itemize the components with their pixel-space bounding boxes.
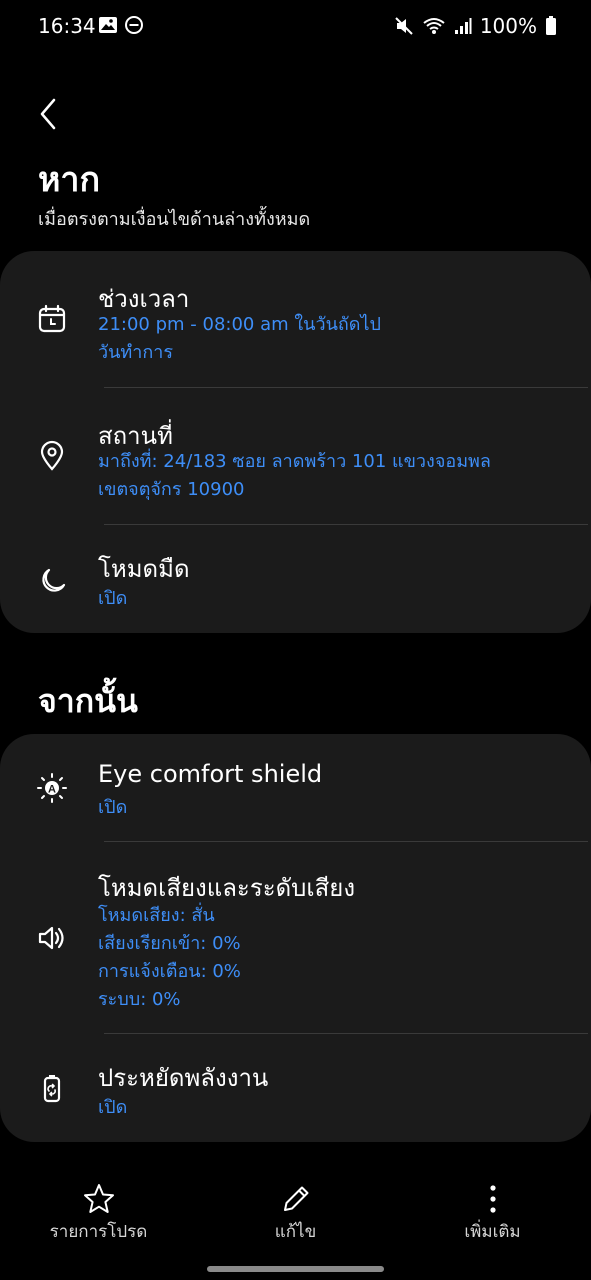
condition-value-line: มาถึงที่: 24/183 ซอย ลาดพร้าว 101 แขวงจอ… <box>98 451 491 472</box>
page-title: หาก <box>38 160 101 200</box>
battery-icon <box>545 16 557 36</box>
action-value-line: เปิด <box>98 797 128 818</box>
condition-value-line: 21:00 pm - 08:00 am ในวันถัดไป <box>98 314 381 335</box>
action-value-line: ระบบ: 0% <box>98 989 181 1010</box>
action-eye-comfort[interactable]: A Eye comfort shield เปิด <box>0 734 591 840</box>
battery-saver-icon <box>36 1072 68 1104</box>
moon-icon <box>36 565 68 597</box>
eye-comfort-icon: A <box>36 772 68 804</box>
do-not-disturb-icon <box>124 15 144 35</box>
battery-percent: 100% <box>479 14 537 38</box>
condition-dark-mode[interactable]: โหมดมืด เปิด <box>0 525 591 633</box>
vibrate-mute-icon <box>394 16 414 36</box>
actions-card: A Eye comfort shield เปิด โหมดเสียงและระ… <box>0 734 591 1142</box>
favorite-button[interactable]: รายการโปรด <box>0 1170 197 1245</box>
favorite-label: รายการโปรด <box>49 1222 148 1242</box>
condition-value-line: เปิด <box>98 588 128 609</box>
condition-value-line: เขตจตุจักร 10900 <box>98 479 245 500</box>
star-icon <box>82 1182 116 1216</box>
home-indicator[interactable] <box>207 1266 384 1272</box>
more-vertical-icon <box>476 1182 510 1216</box>
more-button[interactable]: เพิ่มเติม <box>394 1170 591 1245</box>
location-pin-icon <box>36 440 68 472</box>
action-value-line: การแจ้งเตือน: 0% <box>98 961 241 982</box>
calendar-icon <box>36 303 68 335</box>
edit-label: แก้ไข <box>274 1222 317 1242</box>
condition-title: โหมดมืด <box>98 555 190 583</box>
back-button[interactable] <box>34 94 66 134</box>
status-bar: 16:34 100% <box>0 0 591 52</box>
status-time: 16:34 <box>38 14 96 38</box>
condition-value-line: วันทำการ <box>98 342 174 363</box>
signal-icon <box>454 17 472 35</box>
pencil-icon <box>279 1182 313 1216</box>
conditions-card: ช่วงเวลา 21:00 pm - 08:00 am ในวันถัดไป … <box>0 251 591 633</box>
speaker-icon <box>36 922 68 954</box>
condition-location[interactable]: สถานที่ มาถึงที่: 24/183 ซอย ลาดพร้าว 10… <box>0 388 591 524</box>
action-title: Eye comfort shield <box>98 760 323 788</box>
then-section-title: จากนั้น <box>38 682 138 720</box>
condition-time-range[interactable]: ช่วงเวลา 21:00 pm - 08:00 am ในวันถัดไป … <box>0 251 591 387</box>
edit-button[interactable]: แก้ไข <box>197 1170 394 1245</box>
action-value-line: เสียงเรียกเข้า: 0% <box>98 933 241 954</box>
wifi-icon <box>422 16 446 36</box>
page-subtitle: เมื่อตรงตามเงื่อนไขด้านล่างทั้งหมด <box>38 209 311 230</box>
svg-text:A: A <box>48 784 56 796</box>
more-label: เพิ่มเติม <box>464 1222 521 1242</box>
bottom-action-bar: รายการโปรด แก้ไข เพิ่มเติม <box>0 1170 591 1260</box>
action-value-line: โหมดเสียง: สั่น <box>98 905 215 926</box>
action-value-line: เปิด <box>98 1097 128 1118</box>
image-icon <box>98 15 118 35</box>
action-title: ประหยัดพลังงาน <box>98 1064 269 1092</box>
action-power-saving[interactable]: ประหยัดพลังงาน เปิด <box>0 1034 591 1142</box>
action-sound-mode[interactable]: โหมดเสียงและระดับเสียง โหมดเสียง: สั่น เ… <box>0 842 591 1032</box>
